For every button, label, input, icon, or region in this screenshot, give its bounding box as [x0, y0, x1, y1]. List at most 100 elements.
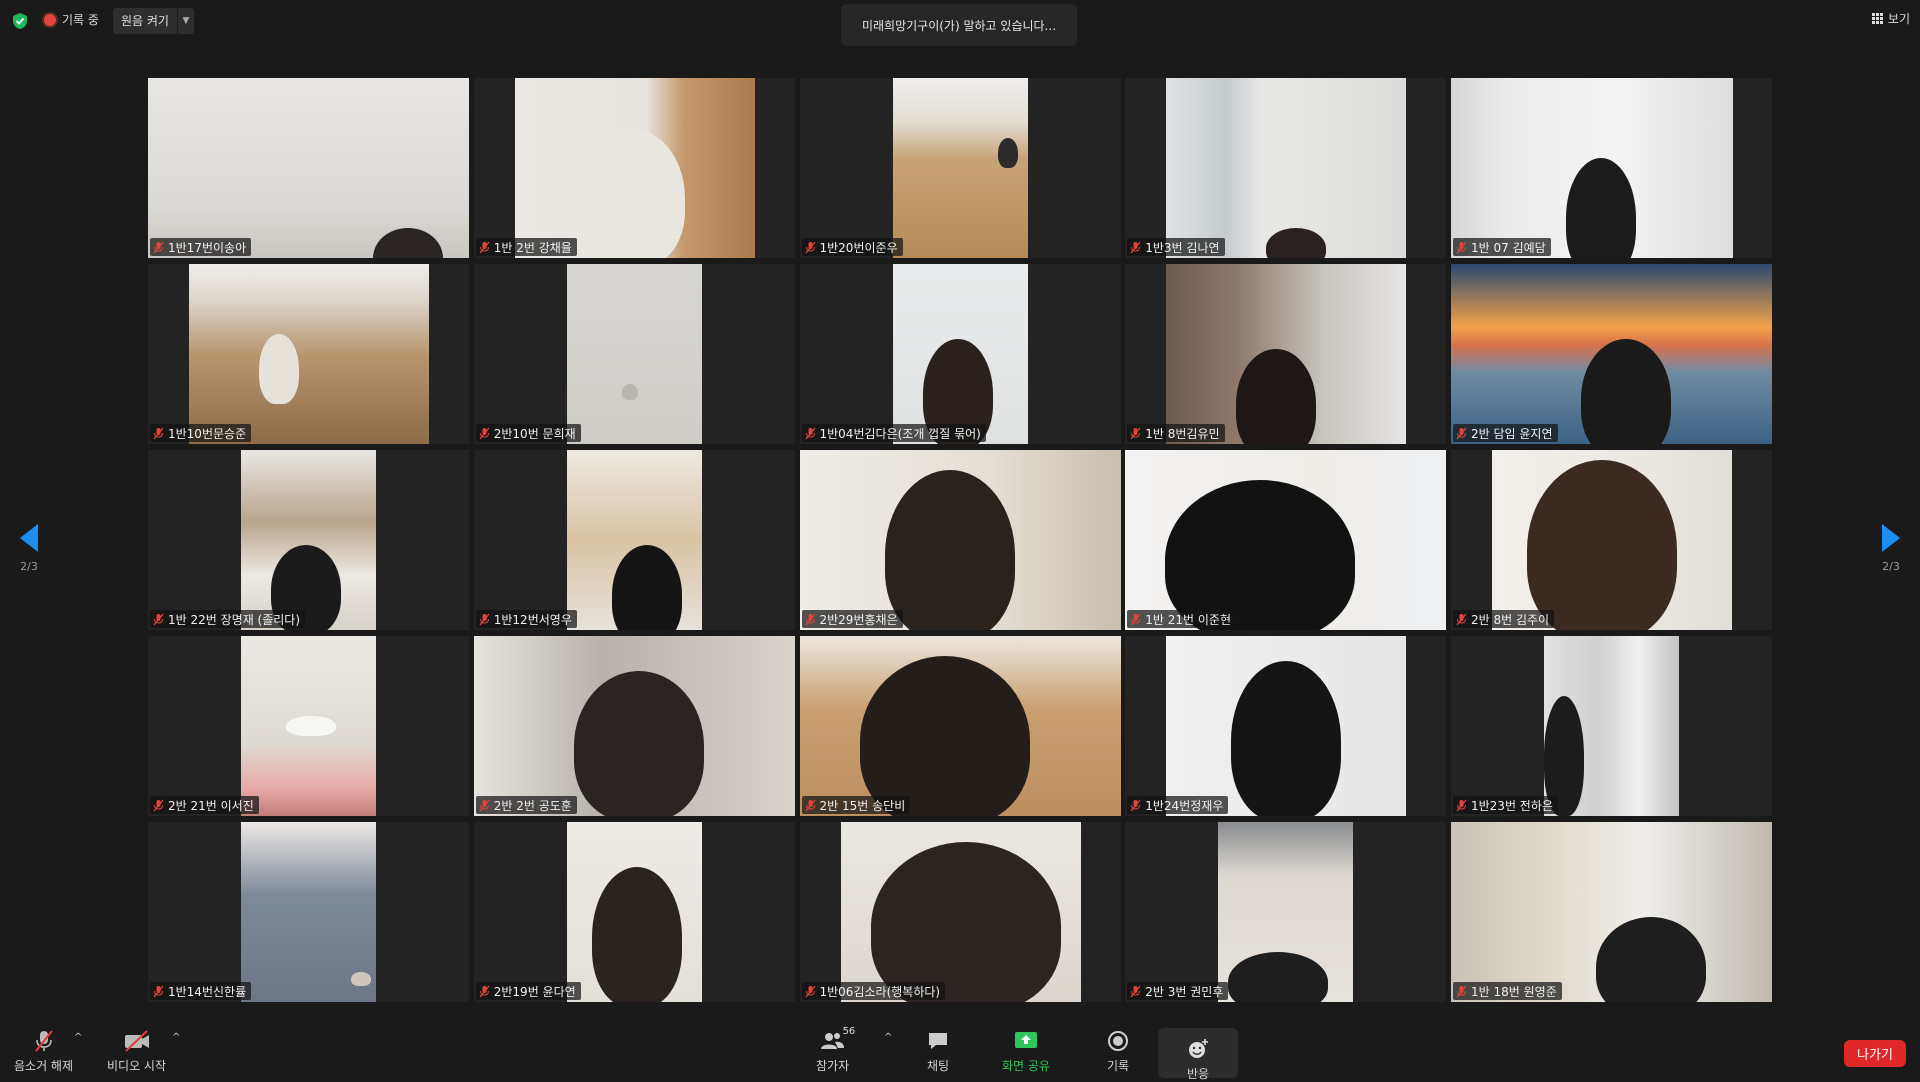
audio-options-chevron-icon[interactable]: ^	[74, 1032, 82, 1043]
participant-name-tag: 1반20번이준우	[801, 238, 903, 256]
participant-name-tag: 2반29번홍채은	[801, 610, 903, 628]
mic-muted-icon	[1456, 799, 1467, 811]
participant-silhouette	[884, 470, 1015, 630]
video-tile[interactable]: 1반 22번 장명재 (졸리다)	[148, 450, 469, 630]
recording-status[interactable]: 기록 중	[44, 11, 99, 28]
previous-page-button[interactable]: 2/3	[9, 524, 49, 573]
participant-name: 1반24번정재우	[1145, 798, 1224, 813]
video-tile[interactable]: 1반 21번 이준현	[1125, 450, 1447, 630]
video-tile[interactable]: 2반 2번 공도훈	[473, 636, 795, 816]
video-tile[interactable]: 1반20번이준우	[799, 78, 1121, 258]
participant-name: 2반 담임 윤지연	[1471, 426, 1553, 441]
video-options-chevron-icon[interactable]: ^	[172, 1032, 180, 1043]
reactions-button[interactable]: 반응	[1158, 1028, 1238, 1081]
participant-silhouette	[1527, 460, 1677, 630]
participant-name: 1반 18번 원영준	[1471, 984, 1557, 999]
participant-name-tag: 1반24번정재우	[1127, 796, 1229, 814]
video-feed	[241, 450, 376, 630]
video-tile[interactable]: 2반 15번 송단비	[799, 636, 1121, 816]
participant-name: 1반 22번 장명재 (졸리다)	[168, 612, 301, 627]
participant-name-tag: 2반 15번 송단비	[801, 796, 911, 814]
video-tile[interactable]: 2반 8번 김주이	[1451, 450, 1772, 630]
participant-name: 1반 8번김유민	[1145, 426, 1220, 441]
participant-name: 1반20번이준우	[819, 240, 898, 255]
video-tile[interactable]: 2반 21번 이서진	[148, 636, 469, 816]
video-tile[interactable]: 1반3번 김나연	[1125, 78, 1447, 258]
video-tile[interactable]: 2반 3번 권민후	[1125, 822, 1447, 1002]
video-tile[interactable]: 2반 담임 윤지연	[1451, 264, 1772, 444]
video-feed	[1492, 450, 1732, 630]
participant-name-tag: 2반 8번 김주이	[1453, 610, 1555, 628]
participant-name: 2반 15번 송단비	[819, 798, 906, 813]
participant-name-tag: 1반 2번 강채율	[475, 238, 577, 256]
video-tile[interactable]: 1반 8번김유민	[1125, 264, 1447, 444]
video-tile[interactable]: 1반24번정재우	[1125, 636, 1447, 816]
mic-muted-icon	[479, 985, 490, 997]
video-tile[interactable]: 1반10번문승준	[148, 264, 469, 444]
video-tile[interactable]: 1반17번이송아	[148, 78, 469, 258]
participant-name-tag: 2반 2번 공도훈	[475, 796, 577, 814]
participant-silhouette	[621, 384, 638, 400]
participant-name-tag: 1반 21번 이준현	[1127, 610, 1236, 628]
view-button[interactable]: 보기	[1871, 10, 1910, 27]
participant-silhouette	[859, 656, 1030, 816]
leave-meeting-button[interactable]: 나가기	[1844, 1040, 1906, 1067]
recording-label: 기록 중	[62, 13, 99, 27]
reactions-item: 반응	[1186, 1036, 1210, 1082]
chat-bubble-icon	[926, 1028, 950, 1054]
video-tile[interactable]: 1반12번서영우	[473, 450, 795, 630]
video-tile[interactable]: 1반04번김다은(조개 껍질 묶어)	[799, 264, 1121, 444]
participant-name: 2반 21번 이서진	[168, 798, 254, 813]
mic-muted-icon	[479, 613, 490, 625]
participants-button[interactable]: 56 참가자	[816, 1026, 855, 1074]
participant-silhouette	[259, 334, 299, 404]
video-tile[interactable]: 1반14번신한률	[148, 822, 469, 1002]
participant-name-tag: 1반10번문승준	[150, 424, 252, 442]
participant-name-tag: 1반23번 전하은	[1453, 796, 1558, 814]
video-feed	[566, 822, 702, 1002]
participant-name: 2반 2번 공도훈	[493, 798, 572, 813]
chevron-down-icon[interactable]: ▼	[176, 8, 194, 34]
start-video-button[interactable]: 비디오 시작	[107, 1028, 166, 1074]
emoji-plus-icon	[1186, 1036, 1210, 1062]
video-tile[interactable]: 2반29번홍채은	[799, 450, 1121, 630]
video-feed	[566, 264, 702, 444]
video-tile[interactable]: 2반19번 윤다연	[473, 822, 795, 1002]
participants-chevron-icon[interactable]: ^	[884, 1032, 892, 1043]
participant-name-tag: 2반 담임 윤지연	[1453, 424, 1558, 442]
participant-name: 2반 8번 김주이	[1471, 612, 1550, 627]
video-off-icon	[122, 1028, 152, 1054]
page-indicator-right: 2/3	[1882, 560, 1900, 573]
next-page-button[interactable]: 2/3	[1871, 524, 1911, 573]
record-icon	[1106, 1028, 1130, 1054]
mic-muted-icon	[479, 241, 490, 253]
mic-muted-icon	[804, 799, 816, 811]
video-gallery: 1반17번이송아 1반 2번 강채율 1반20번이준우 1반3번 김나연 1반 07 김…	[148, 78, 1772, 1002]
record-button[interactable]: 기록	[1106, 1028, 1130, 1074]
mic-muted-icon	[153, 799, 164, 811]
video-tile[interactable]: 1반06김소라(행복하다)	[799, 822, 1121, 1002]
unmute-button[interactable]: 음소거 해제	[14, 1028, 73, 1074]
mic-muted-icon	[1456, 613, 1467, 625]
share-screen-button[interactable]: 화면 공유	[1002, 1028, 1050, 1074]
reactions-label: 반응	[1186, 1067, 1210, 1081]
recording-dot-icon	[44, 13, 56, 26]
video-feed	[514, 78, 755, 258]
participant-name: 1반04번김다은(조개 껍질 묶어)	[819, 426, 981, 441]
mic-muted-icon	[1130, 985, 1141, 997]
video-tile[interactable]: 1반23번 전하은	[1451, 636, 1772, 816]
original-sound-button[interactable]: 원음 켜기 ▼	[113, 8, 194, 34]
video-tile[interactable]: 2반10번 문희재	[473, 264, 795, 444]
participant-name-tag: 1반 8번김유민	[1127, 424, 1225, 442]
security-shield-icon[interactable]	[10, 11, 30, 31]
video-tile[interactable]: 1반 2번 강채율	[473, 78, 795, 258]
participant-name-tag: 2반 21번 이서진	[150, 796, 259, 814]
video-feed	[1166, 78, 1407, 258]
video-tile[interactable]: 1반 07 김예담	[1451, 78, 1772, 258]
participant-name-tag: 1반3번 김나연	[1127, 238, 1225, 256]
participant-silhouette	[1581, 339, 1671, 444]
video-tile[interactable]: 1반 18번 원영준	[1451, 822, 1772, 1002]
original-sound-label: 원음 켜기	[121, 14, 169, 28]
chat-button[interactable]: 채팅	[926, 1028, 950, 1074]
mic-muted-icon	[153, 427, 164, 439]
